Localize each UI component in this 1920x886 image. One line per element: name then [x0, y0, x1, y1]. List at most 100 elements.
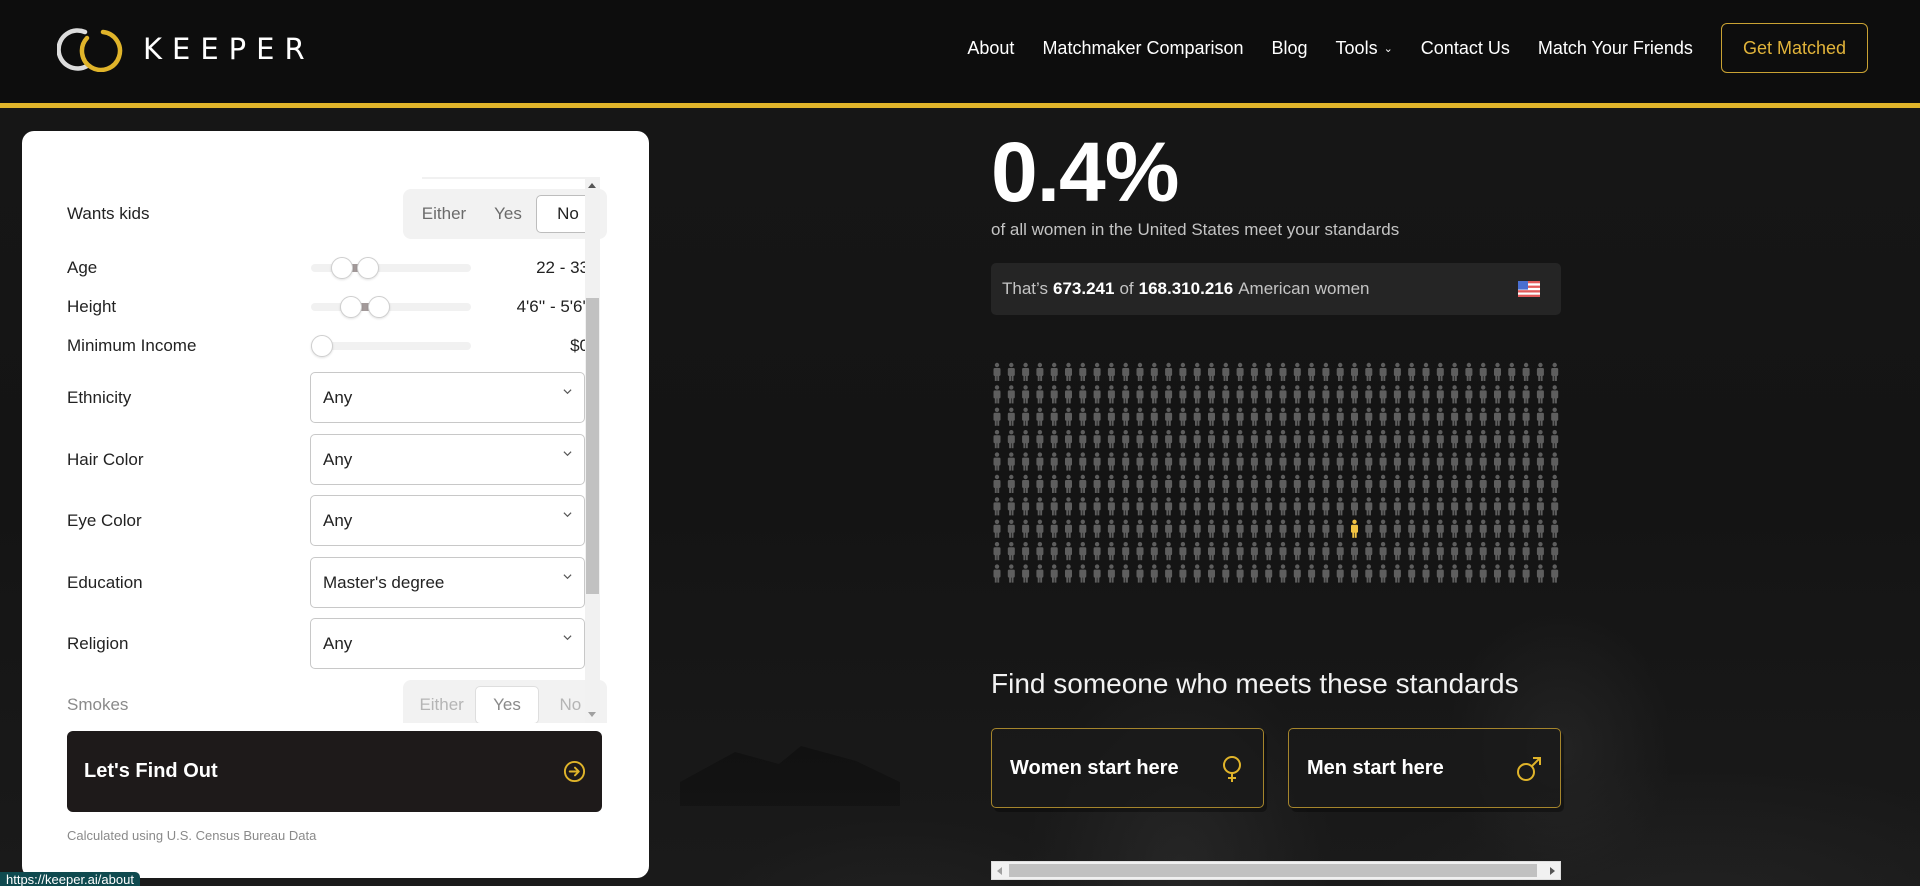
person-icon — [1265, 430, 1273, 449]
nav-matchmaker-comparison[interactable]: Matchmaker Comparison — [1042, 38, 1243, 59]
person-icon — [1508, 497, 1516, 516]
person-icon — [1093, 564, 1101, 583]
total-count: 168.310.216 — [1138, 279, 1234, 298]
person-icon — [1222, 474, 1230, 493]
person-icon — [1551, 564, 1559, 583]
person-icon — [1293, 385, 1301, 404]
person-icon — [1022, 362, 1030, 381]
person-icon — [1293, 519, 1301, 538]
form-scrollbar[interactable] — [585, 177, 600, 723]
person-icon — [993, 564, 1001, 583]
smokes-yes[interactable]: Yes — [475, 686, 539, 723]
scroll-right-arrow-icon[interactable] — [1550, 867, 1555, 875]
person-icon — [1508, 564, 1516, 583]
person-icon — [1179, 497, 1187, 516]
person-icon — [1508, 474, 1516, 493]
person-icon — [1107, 519, 1115, 538]
logo-text: KEEPER — [143, 32, 315, 66]
person-icon — [1007, 407, 1015, 426]
men-start-button[interactable]: Men start here — [1288, 728, 1561, 808]
ethnicity-select[interactable]: Any — [310, 372, 585, 423]
person-icon — [1036, 407, 1044, 426]
person-icon — [1036, 430, 1044, 449]
person-icon — [1079, 452, 1087, 471]
person-icon — [1536, 452, 1544, 471]
person-icon — [1022, 474, 1030, 493]
hair-color-select[interactable]: Any — [310, 434, 585, 485]
nav-contact-us[interactable]: Contact Us — [1421, 38, 1510, 59]
age-slider-max-handle[interactable] — [357, 257, 380, 279]
person-icon — [1022, 519, 1030, 538]
height-slider-max-handle[interactable] — [368, 296, 391, 318]
match-count-box: That’s 673.241 of 168.310.216 American w… — [991, 263, 1561, 315]
height-slider-min-handle[interactable] — [340, 296, 363, 318]
person-icon — [1236, 542, 1244, 561]
form-scroll-area[interactable]: Wants kids Either Yes No Age 22 - 33 Hei… — [67, 177, 624, 723]
person-icon — [1208, 430, 1215, 449]
height-slider[interactable] — [311, 296, 471, 318]
person-icon — [1308, 385, 1316, 404]
nav-match-your-friends[interactable]: Match Your Friends — [1538, 38, 1693, 59]
person-icon — [1179, 542, 1187, 561]
person-icon — [1536, 385, 1544, 404]
height-value: 4'6'' - 5'6'' — [516, 297, 589, 316]
eye-color-select[interactable]: Any — [310, 495, 585, 546]
income-slider[interactable] — [311, 335, 471, 357]
scrollbar-thumb[interactable] — [586, 298, 599, 594]
person-icon — [1007, 497, 1015, 516]
person-icon — [1050, 497, 1058, 516]
person-icon — [1279, 430, 1287, 449]
person-icon — [1007, 474, 1015, 493]
wants-kids-row: Wants kids Either Yes No — [67, 189, 607, 239]
scroll-down-arrow-icon[interactable] — [588, 712, 596, 717]
hair-color-label: Hair Color — [67, 449, 144, 469]
religion-select[interactable]: Any — [310, 618, 585, 669]
nav-about[interactable]: About — [967, 38, 1014, 59]
person-icon — [1479, 474, 1487, 493]
nav-blog[interactable]: Blog — [1272, 38, 1308, 59]
person-icon — [1479, 407, 1487, 426]
person-icon — [1522, 497, 1530, 516]
person-icon — [993, 362, 1001, 381]
person-icon — [1279, 385, 1287, 404]
person-icon — [1308, 452, 1316, 471]
person-icon — [1451, 430, 1459, 449]
person-icon — [1494, 452, 1501, 471]
scroll-left-arrow-icon[interactable] — [997, 867, 1002, 875]
nav-tools[interactable]: Tools ⌄ — [1336, 38, 1393, 59]
wants-kids-yes[interactable]: Yes — [480, 195, 536, 233]
age-slider-min-handle[interactable] — [330, 257, 353, 279]
person-icon — [1408, 452, 1416, 471]
get-matched-button[interactable]: Get Matched — [1720, 23, 1868, 73]
logo[interactable]: KEEPER — [57, 26, 315, 72]
person-icon — [1322, 430, 1330, 449]
person-icon — [1436, 497, 1444, 516]
person-icon — [1365, 564, 1373, 583]
person-icon — [1451, 497, 1459, 516]
scroll-up-arrow-icon[interactable] — [588, 183, 596, 188]
person-icon — [1279, 542, 1287, 561]
person-icon — [1265, 452, 1273, 471]
person-icon — [1536, 564, 1544, 583]
wants-kids-either[interactable]: Either — [408, 195, 480, 233]
women-start-button[interactable]: Women start here — [991, 728, 1264, 808]
person-icon — [1222, 385, 1230, 404]
horizontal-scrollbar[interactable] — [991, 861, 1561, 880]
person-icon — [1150, 564, 1158, 583]
person-icon — [1379, 430, 1387, 449]
height-row: Height 4'6'' - 5'6'' — [67, 296, 607, 318]
person-icon — [1208, 519, 1215, 538]
smokes-either[interactable]: Either — [408, 686, 475, 723]
horizontal-scrollbar-thumb[interactable] — [1009, 864, 1537, 877]
person-icon — [1036, 452, 1044, 471]
person-icon — [1107, 564, 1115, 583]
lets-find-out-button[interactable]: Let's Find Out — [67, 731, 602, 812]
income-slider-handle[interactable] — [311, 335, 333, 357]
person-icon — [1236, 385, 1244, 404]
age-slider[interactable] — [311, 257, 471, 279]
person-icon — [1265, 497, 1273, 516]
person-icon — [1179, 452, 1187, 471]
religion-row: Religion Any — [67, 618, 607, 669]
education-select[interactable]: Master's degree — [310, 557, 585, 608]
person-icon — [1508, 542, 1516, 561]
